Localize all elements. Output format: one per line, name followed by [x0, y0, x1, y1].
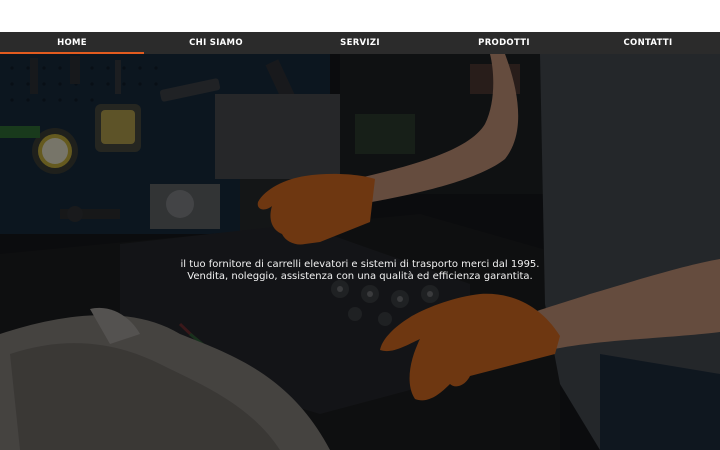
top-white-bar [0, 0, 720, 32]
nav-item-home[interactable]: HOME [0, 32, 144, 54]
nav-item-contatti-label: CONTATTI [623, 38, 673, 48]
hero-background-photo [0, 54, 720, 450]
nav-item-chi-siamo[interactable]: CHI SIAMO [144, 32, 288, 54]
nav-item-prodotti-label: PRODOTTI [478, 38, 530, 48]
hero-banner: il tuo fornitore di carrelli elevatori e… [0, 54, 720, 450]
nav-item-servizi-label: SERVIZI [340, 38, 380, 48]
nav-item-prodotti[interactable]: PRODOTTI [432, 32, 576, 54]
hero-tagline-line2: Vendita, noleggio, assistenza con una qu… [187, 271, 533, 282]
hero-tagline-line1: il tuo fornitore di carrelli elevatori e… [180, 259, 540, 270]
hero-tagline: il tuo fornitore di carrelli elevatori e… [0, 259, 720, 283]
nav-item-contatti[interactable]: CONTATTI [576, 32, 720, 54]
main-navigation: HOME CHI SIAMO SERVIZI PRODOTTI CONTATTI [0, 32, 720, 54]
nav-item-chi-siamo-label: CHI SIAMO [189, 38, 243, 48]
nav-item-home-label: HOME [57, 38, 87, 48]
nav-item-servizi[interactable]: SERVIZI [288, 32, 432, 54]
